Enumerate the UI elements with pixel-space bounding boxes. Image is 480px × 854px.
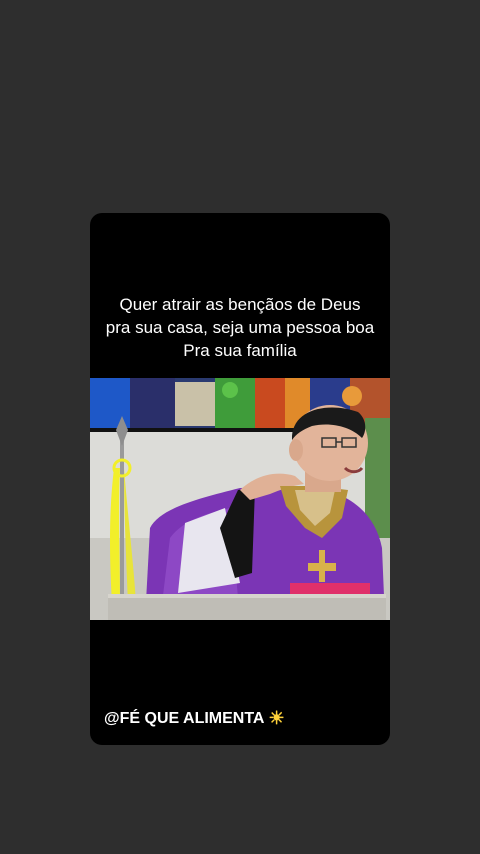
video-frame[interactable] [90, 378, 390, 620]
caption-line-2: pra sua casa, seja uma pessoa boa [105, 318, 375, 337]
post-caption: Quer atrair as bençãos de Deus pra sua c… [90, 293, 390, 362]
caption-line-1: Quer atrair as bençãos de Deus [119, 295, 361, 314]
watermark-text: @FÉ QUE ALIMENTA [104, 710, 265, 727]
account-watermark: @FÉ QUE ALIMENTA ☀ [104, 708, 285, 729]
altar [108, 596, 386, 620]
video-still [90, 378, 390, 620]
caption-line-3: Pra sua família [183, 341, 297, 360]
story-viewer: Quer atrair as bençãos de Deus pra sua c… [0, 0, 480, 854]
post-card[interactable]: Quer atrair as bençãos de Deus pra sua c… [90, 213, 390, 745]
sun-icon: ☀ [268, 708, 285, 728]
